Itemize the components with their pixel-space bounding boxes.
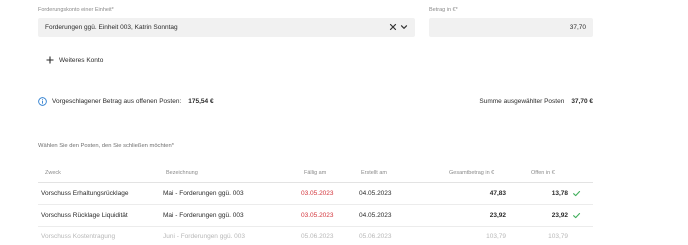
row-zweck: Vorschuss Erhaltungsrücklage (41, 190, 129, 197)
row-gesamt: 103,79 (486, 233, 506, 240)
selected-sum: Summe ausgewählter Posten 37,70 € (479, 96, 593, 106)
table-instruction: Wählen Sie den Posten, den Sie schließen… (38, 143, 174, 149)
table-row[interactable]: Vorschuss Erhaltungsrücklage Mai - Forde… (38, 183, 593, 205)
table-row[interactable]: Vorschuss Rücklage Liquidität Mai - Ford… (38, 205, 593, 227)
column-header-gesamt: Gesamtbetrag in € (449, 170, 495, 176)
column-header-bezeichnung: Bezeichnung (166, 170, 198, 176)
check-icon (573, 190, 581, 197)
row-bezeichnung: Juni - Forderungen ggü. 003 (163, 233, 246, 240)
plus-icon (46, 56, 54, 64)
info-icon (38, 96, 47, 106)
row-erstellt: 04.05.2023 (359, 190, 392, 197)
suggested-amount-info: Vorgeschlagener Betrag aus offenen Poste… (38, 96, 214, 106)
chevron-down-icon[interactable] (399, 22, 409, 32)
amount-input-value: 37,70 (569, 24, 586, 31)
add-account-button[interactable]: Weiteres Konto (46, 54, 103, 66)
selected-sum-value: 37,70 € (571, 97, 593, 105)
row-zweck: Vorschuss Kostentragung (41, 233, 116, 240)
row-erstellt: 04.05.2023 (359, 212, 392, 219)
row-erstellt: 05.06.2023 (359, 233, 392, 240)
column-header-offen: Offen in € (531, 170, 555, 176)
row-faellig: 05.06.2023 (301, 233, 334, 240)
column-header-erstellt: Erstellt am (361, 170, 387, 176)
account-select[interactable]: Forderungen ggü. Einheit 003, Katrin Son… (38, 18, 415, 37)
account-field-label: Forderungskonto einer Einheit* (38, 7, 114, 13)
suggested-amount-value: 175,54 € (188, 97, 214, 105)
column-header-zweck: Zweck (45, 170, 61, 176)
suggested-amount-label: Vorgeschlagener Betrag aus offenen Poste… (52, 97, 182, 105)
row-faellig: 03.05.2023 (301, 212, 334, 219)
row-offen: 103,79 (548, 233, 568, 240)
row-gesamt: 23,92 (489, 212, 506, 219)
row-faellig: 03.05.2023 (301, 190, 334, 197)
row-offen: 23,92 (551, 212, 568, 219)
row-zweck: Vorschuss Rücklage Liquidität (41, 212, 128, 219)
check-icon (573, 212, 581, 219)
table-row[interactable]: Vorschuss Kostentragung Juni - Forderung… (38, 226, 593, 245)
selected-sum-label: Summe ausgewählter Posten (479, 97, 565, 105)
amount-input[interactable]: 37,70 (429, 18, 593, 37)
column-header-faellig: Fällig am (304, 170, 327, 176)
row-bezeichnung: Mai - Forderungen ggü. 003 (163, 212, 244, 219)
add-account-label: Weiteres Konto (59, 56, 104, 64)
clear-icon[interactable] (388, 22, 398, 32)
row-bezeichnung: Mai - Forderungen ggü. 003 (163, 190, 244, 197)
row-offen: 13,78 (551, 190, 568, 197)
account-select-value: Forderungen ggü. Einheit 003, Katrin Son… (45, 24, 178, 31)
row-gesamt: 47,83 (489, 190, 506, 197)
amount-field-label: Betrag in €* (429, 7, 458, 13)
